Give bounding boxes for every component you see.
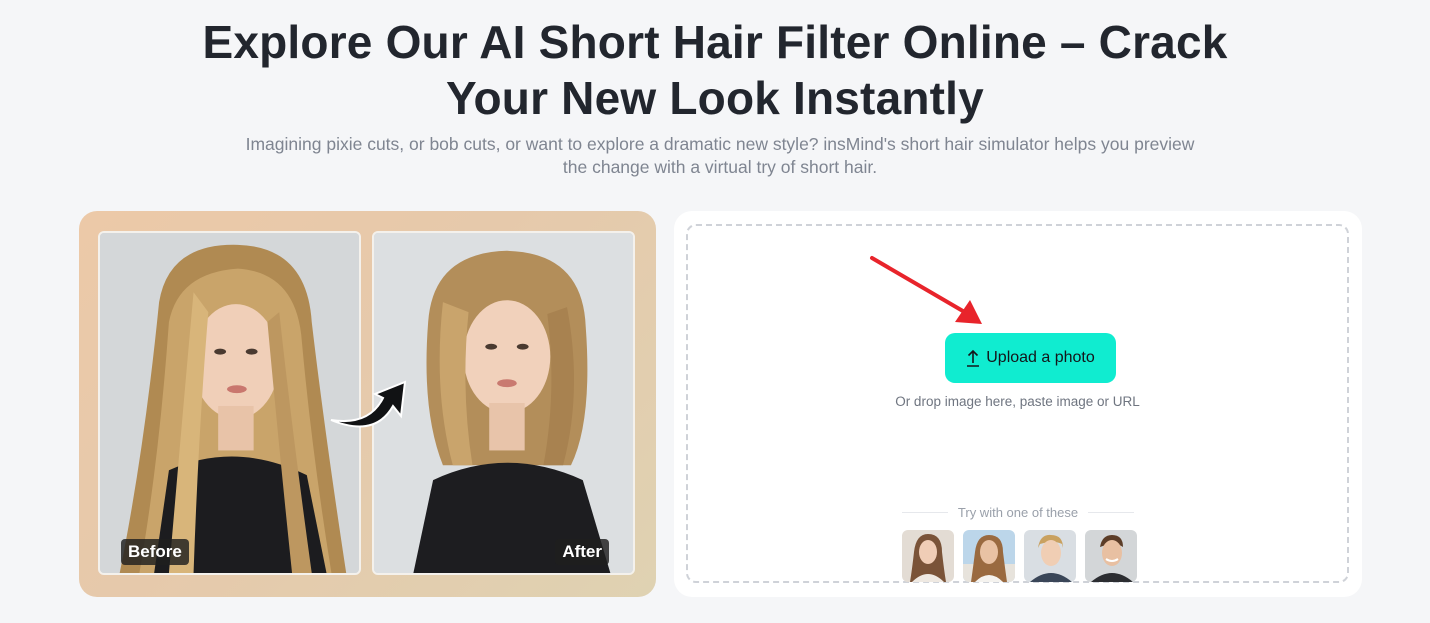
page-title: Explore Our AI Short Hair Filter Online … [0,14,1430,126]
page-subtitle-line-1: Imagining pixie cuts, or bob cuts, or wa… [245,134,1195,154]
before-after-demo: Before After [79,211,656,597]
before-label: Before [121,539,189,565]
upload-icon [967,349,980,367]
after-photo: After [372,231,635,575]
upload-button-label: Upload a photo [986,349,1095,366]
upload-photo-button[interactable]: Upload a photo [945,333,1116,383]
drop-hint-text: Or drop image here, paste image or URL [895,394,1140,409]
divider-left [902,512,948,513]
page-title-line-2: Your New Look Instantly [446,72,984,124]
sample-image-2[interactable] [963,530,1015,582]
sample-image-3[interactable] [1024,530,1076,582]
page-subtitle-line-2: the change with a virtual try of short h… [562,157,878,177]
samples-heading-label: Try with one of these [957,505,1079,520]
sample-man-blond-image [1024,530,1076,582]
transition-arrow-icon [330,380,407,428]
sample-woman-beach-image [963,530,1015,582]
sample-man-smiling-image [1085,530,1137,582]
upload-panel: Upload a photo Or drop image here, paste… [674,211,1362,597]
image-drop-zone[interactable]: Upload a photo Or drop image here, paste… [686,224,1349,583]
divider-right [1088,512,1134,513]
before-portrait-image [100,233,359,573]
sample-images-row [902,530,1137,582]
after-label: After [555,539,609,565]
page-title-line-1: Explore Our AI Short Hair Filter Online … [202,16,1228,68]
before-photo: Before [98,231,361,575]
page-subtitle: Imagining pixie cuts, or bob cuts, or wa… [200,133,1240,179]
sample-image-1[interactable] [902,530,954,582]
samples-heading: Try with one of these [902,505,1134,520]
sample-woman-brown-hair-image [902,530,954,582]
annotation-arrow-icon [870,256,982,324]
sample-image-4[interactable] [1085,530,1137,582]
after-portrait-image [374,233,633,573]
